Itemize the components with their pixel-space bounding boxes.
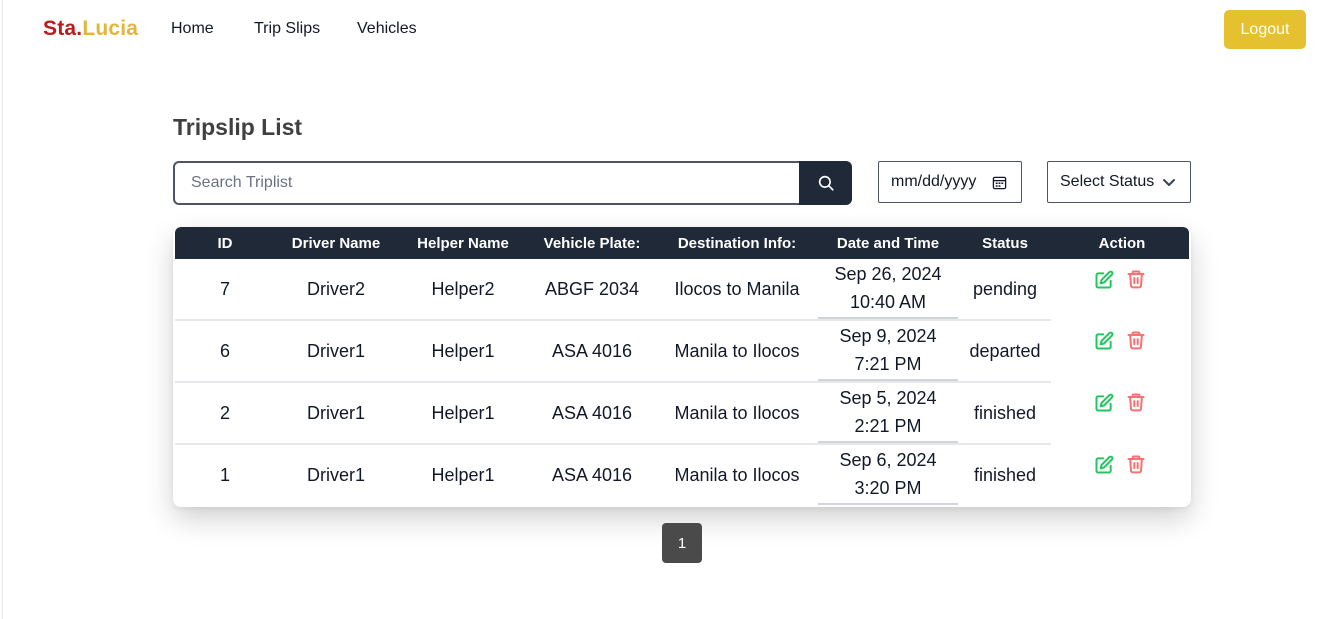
cell-date: Sep 26, 2024 xyxy=(834,264,942,284)
navbar: Sta.Lucia Home Trip Slips Vehicles Logou… xyxy=(0,0,1337,60)
cell-time: 2:21 PM xyxy=(854,416,922,436)
cell-id: 6 xyxy=(219,341,230,361)
cell-date: Sep 5, 2024 xyxy=(839,388,937,408)
cell-driver: Driver1 xyxy=(306,341,365,361)
cell-destination: Manila to Ilocos xyxy=(674,403,800,423)
cell-date-time: Sep 6, 2024 3:20 PM xyxy=(818,446,958,502)
nav-vehicles[interactable]: Vehicles xyxy=(357,20,417,38)
cell-time: 7:21 PM xyxy=(854,354,922,374)
logout-button[interactable]: Logout xyxy=(1224,10,1306,49)
calendar-icon[interactable] xyxy=(992,175,1007,190)
table-header: ID Driver Name Helper Name Vehicle Plate… xyxy=(175,227,1189,259)
cell-date: Sep 9, 2024 xyxy=(839,326,937,346)
tripslip-table: ID Driver Name Helper Name Vehicle Plate… xyxy=(173,227,1191,507)
header-date-time: Date and Time xyxy=(836,235,940,252)
date-underline xyxy=(818,503,958,505)
header-action: Action xyxy=(1098,235,1146,252)
cell-driver: Driver1 xyxy=(306,465,365,485)
cell-time: 3:20 PM xyxy=(854,478,922,498)
cell-driver: Driver1 xyxy=(306,403,365,423)
table-row: 1 Driver1 Helper1 ASA 4016 Manila to Ilo… xyxy=(175,445,1051,507)
cell-date-time: Sep 9, 2024 7:21 PM xyxy=(818,322,958,378)
brand-part-1: Sta. xyxy=(43,17,83,40)
trash-icon[interactable] xyxy=(1126,329,1146,351)
cell-helper: Helper2 xyxy=(431,279,495,299)
cell-plate: ASA 4016 xyxy=(551,403,633,423)
nav-home[interactable]: Home xyxy=(171,20,214,38)
cell-plate: ASA 4016 xyxy=(551,465,633,485)
search-button[interactable] xyxy=(799,161,852,205)
cell-status: finished xyxy=(973,403,1037,423)
cell-status: departed xyxy=(969,341,1041,361)
header-id: ID xyxy=(217,235,233,252)
trash-icon[interactable] xyxy=(1126,268,1146,290)
cell-id: 7 xyxy=(219,279,230,299)
cell-destination: Manila to Ilocos xyxy=(674,341,800,361)
page-title: Tripslip List xyxy=(173,114,303,140)
cell-helper: Helper1 xyxy=(431,465,495,485)
nav-trip-slips[interactable]: Trip Slips xyxy=(254,20,320,38)
edit-icon[interactable] xyxy=(1094,269,1114,291)
cell-status: pending xyxy=(972,279,1038,299)
cell-time: 10:40 AM xyxy=(849,292,927,312)
cell-plate: ABGF 2034 xyxy=(544,279,640,299)
cell-date-time: Sep 26, 2024 10:40 AM xyxy=(818,260,958,316)
cell-destination: Manila to Ilocos xyxy=(674,465,800,485)
header-driver-name: Driver Name xyxy=(291,235,381,252)
header-vehicle-plate: Vehicle Plate: xyxy=(543,235,641,252)
trash-icon[interactable] xyxy=(1126,391,1146,413)
header-destination-info: Destination Info: xyxy=(677,235,797,252)
date-filter-input[interactable]: mm/dd/yyyy xyxy=(878,161,1022,203)
search-icon xyxy=(818,175,834,191)
brand-part-2: Lucia xyxy=(82,17,139,40)
table-row: 6 Driver1 Helper1 ASA 4016 Manila to Ilo… xyxy=(175,321,1051,383)
cell-id: 2 xyxy=(219,403,230,423)
cell-date-time: Sep 5, 2024 2:21 PM xyxy=(818,384,958,440)
search-input[interactable] xyxy=(173,161,801,205)
brand-logo[interactable]: Sta.Lucia xyxy=(43,17,138,41)
cell-helper: Helper1 xyxy=(431,341,495,361)
pagination-page-button[interactable]: 1 xyxy=(662,523,702,563)
cell-status: finished xyxy=(973,465,1037,485)
edit-icon[interactable] xyxy=(1094,454,1114,476)
cell-driver: Driver2 xyxy=(306,279,365,299)
table-row: 7 Driver2 Helper2 ABGF 2034 Ilocos to Ma… xyxy=(175,259,1051,321)
status-filter-select[interactable]: Select Status xyxy=(1047,161,1191,203)
status-filter-value: Select Status xyxy=(1060,173,1155,190)
cell-helper: Helper1 xyxy=(431,403,495,423)
edit-icon[interactable] xyxy=(1094,392,1114,414)
trash-icon[interactable] xyxy=(1126,453,1146,475)
cell-date: Sep 6, 2024 xyxy=(839,450,937,470)
header-status: Status xyxy=(982,235,1028,252)
header-helper-name: Helper Name xyxy=(417,235,509,252)
cell-id: 1 xyxy=(219,465,230,485)
chevron-down-icon xyxy=(1163,179,1175,186)
cell-plate: ASA 4016 xyxy=(551,341,633,361)
table-row: 2 Driver1 Helper1 ASA 4016 Manila to Ilo… xyxy=(175,383,1051,445)
page-left-border xyxy=(2,0,3,619)
date-filter-placeholder: mm/dd/yyyy xyxy=(891,173,977,190)
edit-icon[interactable] xyxy=(1094,330,1114,352)
cell-destination: Ilocos to Manila xyxy=(674,279,800,299)
